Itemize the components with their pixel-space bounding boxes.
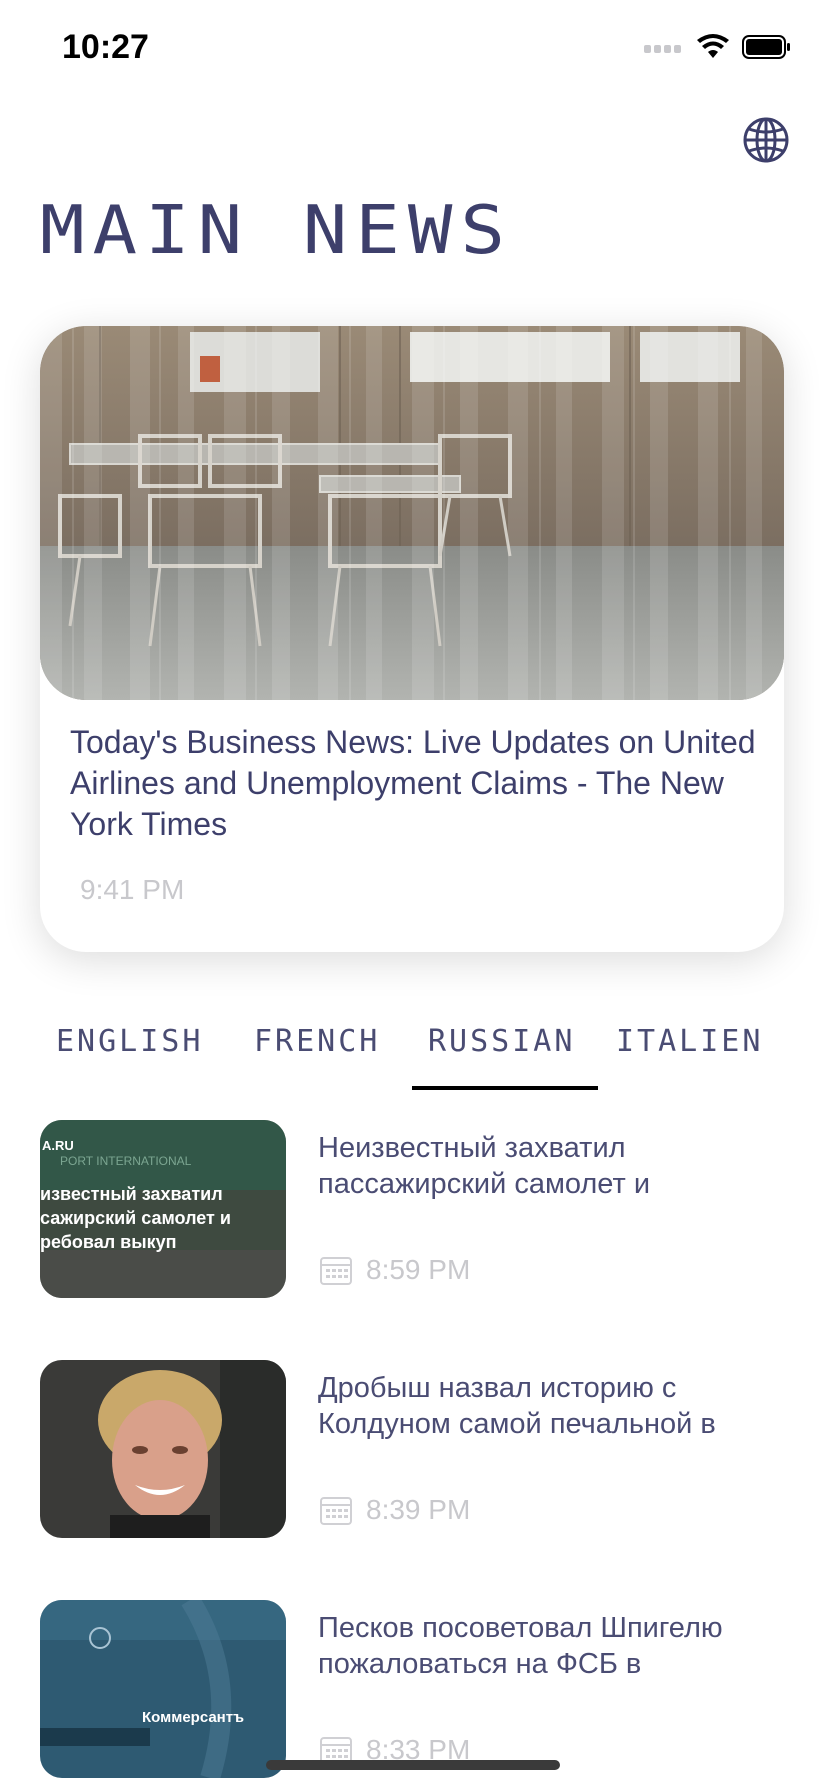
status-icons [644,34,792,60]
active-tab-indicator [412,1086,598,1090]
featured-time: 9:41 PM [80,874,185,905]
tab-italien[interactable]: ITALIEN [616,1024,763,1059]
battery-icon [742,35,790,59]
home-indicator[interactable] [266,1760,560,1770]
status-bar: 10:27 [0,0,828,100]
thumb-caption-line: известный захватил [40,1184,223,1204]
globe-button[interactable] [742,116,790,164]
svg-text:PORT INTERNATIONAL: PORT INTERNATIONAL [60,1154,192,1168]
list-item[interactable]: Дробыш назвал историю с Колдуном самой п… [40,1360,790,1540]
list-item[interactable]: Коммерсантъ Песков посоветовал Шпигелю п… [40,1600,790,1780]
thumb-caption-line: сажирский самолет и [40,1208,231,1228]
wifi-icon [697,34,729,58]
featured-headline: Today's Business News: Live Updates on U… [70,724,756,842]
tab-french[interactable]: FRENCH [254,1024,380,1059]
globe-icon [743,117,789,163]
news-thumbnail [40,1360,286,1538]
thumb-brand-label: Коммерсантъ [142,1709,244,1726]
news-headline: Песков посоветовал Шпигелю пожаловаться … [318,1612,723,1680]
thumb-caption-line: ребовал выкуп [40,1232,177,1252]
featured-image [40,326,784,700]
calendar-icon [320,1257,352,1285]
news-headline: Неизвестный захватил пассажирский самоле… [318,1132,651,1200]
language-tabs: ENGLISH FRENCH RUSSIAN ITALIEN [0,1018,828,1090]
status-time: 10:27 [62,28,149,66]
news-time: 8:59 PM [366,1254,471,1285]
news-thumbnail: Коммерсантъ [40,1600,286,1778]
tab-russian[interactable]: RUSSIAN [428,1024,575,1059]
news-thumbnail: PORT INTERNATIONAL A.RU известный захват… [40,1120,286,1298]
news-time: 8:39 PM [366,1494,471,1525]
news-meta: 8:59 PM [320,1254,470,1286]
calendar-icon [320,1497,352,1525]
signal-icon [644,45,681,53]
list-item[interactable]: PORT INTERNATIONAL A.RU известный захват… [40,1120,790,1300]
tab-english[interactable]: ENGLISH [56,1024,203,1059]
featured-news-card[interactable]: Today's Business News: Live Updates on U… [40,326,784,952]
news-headline: Дробыш назвал историю с Колдуном самой п… [318,1372,716,1440]
page-title: MAIN NEWS [40,192,513,270]
thumb-source-label: A.RU [42,1138,74,1153]
news-meta: 8:39 PM [320,1494,470,1526]
